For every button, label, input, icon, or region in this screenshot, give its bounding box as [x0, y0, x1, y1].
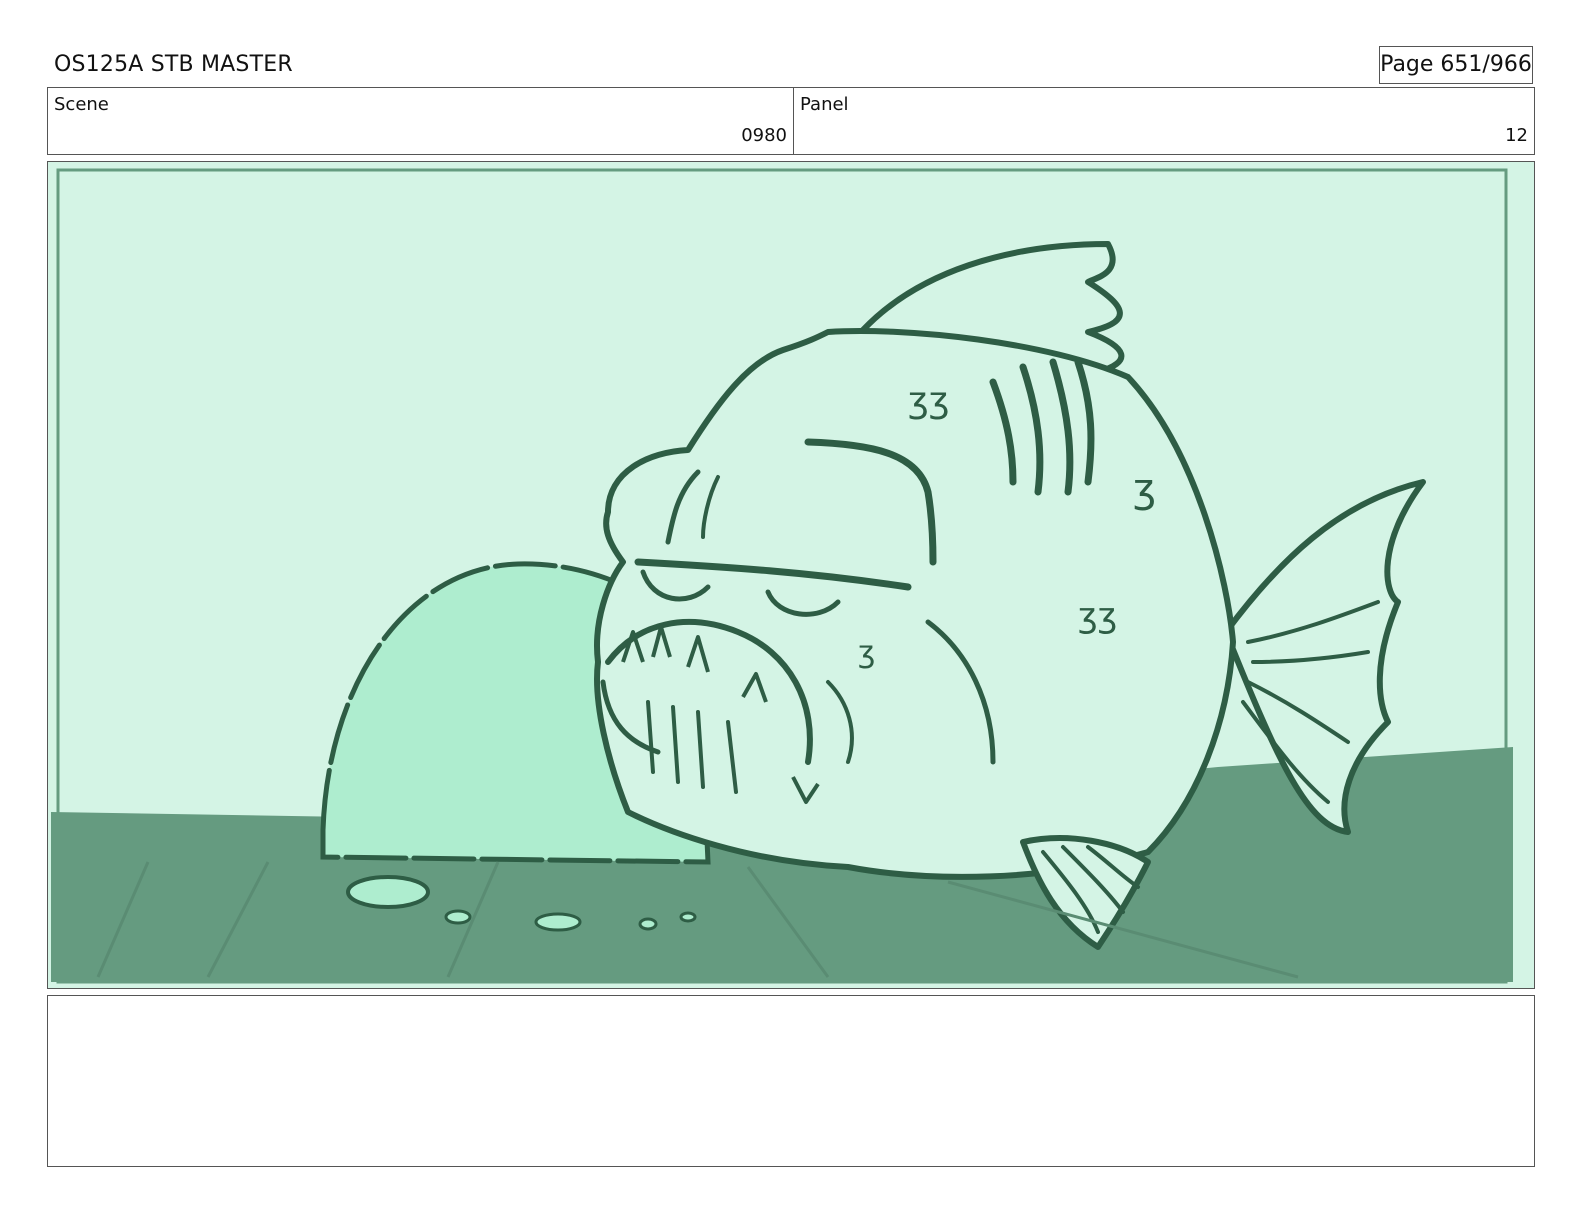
- scene-cell: Scene 0980: [48, 88, 794, 154]
- scale-mark: ʒʒ: [908, 380, 950, 421]
- scale-mark-3: ʒʒ: [1078, 596, 1117, 636]
- shell: [346, 875, 430, 909]
- pebble-3: [638, 917, 658, 931]
- panel-cell: Panel 12: [794, 88, 1534, 154]
- scene-value: 0980: [741, 125, 787, 146]
- storyboard-frame: ʒʒ ʒ ʒʒ ʒ: [47, 161, 1535, 989]
- panel-value: 12: [1505, 125, 1528, 146]
- pebble-2: [534, 912, 582, 932]
- scale-mark-2: ʒ: [1133, 466, 1156, 512]
- pebble-4: [679, 911, 697, 923]
- notes-box[interactable]: [47, 995, 1535, 1167]
- scale-mark-4: ʒ: [858, 635, 875, 670]
- panel-label: Panel: [800, 94, 849, 115]
- scene-panel-info: Scene 0980 Panel 12: [47, 87, 1535, 155]
- document-title: OS125A STB MASTER: [54, 52, 293, 77]
- fish-illustration-icon: ʒʒ ʒ ʒʒ ʒ: [48, 162, 1534, 988]
- scene-label: Scene: [54, 94, 109, 115]
- page-number: Page 651/966: [1379, 46, 1533, 84]
- pebble: [444, 909, 472, 925]
